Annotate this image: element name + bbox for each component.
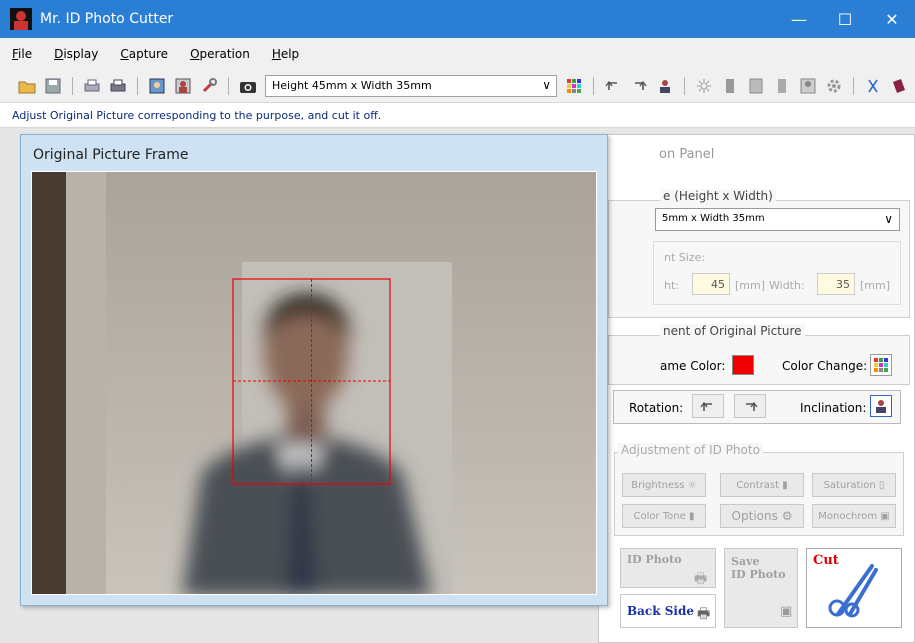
photo-size-select[interactable]: Height 45mm x Width 35mm ∨	[265, 75, 557, 97]
options-button[interactable]: Options ⚙	[720, 504, 804, 528]
width-label: Width:	[769, 279, 805, 292]
window-title: Mr. ID Photo Cutter	[40, 11, 174, 27]
book-icon[interactable]	[889, 76, 909, 96]
toolbar-separator	[593, 77, 594, 95]
inclination-label: Inclination:	[800, 401, 867, 415]
monochrome-icon[interactable]	[798, 76, 818, 96]
monochrome-button[interactable]: Monochrom ▣	[812, 504, 896, 528]
menu-help[interactable]: Help	[272, 47, 299, 61]
height-label: ht:	[664, 279, 679, 292]
height-input[interactable]: 45	[692, 273, 730, 295]
width-unit: [mm]	[860, 279, 891, 292]
height-unit: [mm]	[735, 279, 766, 292]
brightness-icon: ☼	[687, 479, 697, 491]
title-bar: Mr. ID Photo Cutter — ☐ ✕	[0, 0, 915, 38]
rotation-label: Rotation:	[629, 401, 684, 415]
camera-icon[interactable]	[238, 76, 258, 96]
color-tone-icon[interactable]	[772, 76, 792, 96]
contrast-icon[interactable]	[720, 76, 740, 96]
print-icon[interactable]	[108, 76, 128, 96]
menu-display[interactable]: Display	[54, 47, 98, 61]
color-grid-icon[interactable]	[564, 76, 584, 96]
color-tone-button[interactable]: Color Tone ▮	[622, 504, 706, 528]
original-picture-frame: Original Picture Frame	[20, 134, 608, 606]
monochrome-icon: ▣	[880, 510, 890, 522]
back-side-print-icon: 🖶	[697, 606, 711, 622]
gear-icon: ⚙	[781, 509, 793, 523]
picture-icon[interactable]	[147, 76, 167, 96]
id-adjust-label: Adjustment of ID Photo	[618, 443, 763, 457]
wrench-icon[interactable]	[199, 76, 219, 96]
print-preview-icon[interactable]	[82, 76, 102, 96]
toolbar: Height 45mm x Width 35mm ∨	[0, 70, 915, 102]
person-icon[interactable]	[173, 76, 193, 96]
toolbar-separator	[72, 77, 73, 95]
width-input[interactable]: 35	[817, 273, 855, 295]
size-group-label: e (Height x Width)	[660, 189, 776, 203]
photo-image	[32, 172, 596, 594]
app-icon	[10, 8, 32, 30]
brightness-icon[interactable]	[694, 76, 714, 96]
menu-capture[interactable]: Capture	[120, 47, 168, 61]
contrast-icon: ▮	[782, 479, 788, 491]
status-message: Adjust Original Picture corresponding to…	[12, 108, 382, 122]
saturation-icon[interactable]	[746, 76, 766, 96]
toolbar-separator	[853, 77, 854, 95]
menu-operation[interactable]: Operation	[190, 47, 250, 61]
minimize-button[interactable]: —	[776, 0, 822, 38]
original-photo[interactable]	[31, 171, 597, 595]
save-icon[interactable]	[43, 76, 63, 96]
menu-bar: File Display Capture Operation Help	[0, 38, 915, 70]
frame-color-label: ame Color:	[660, 359, 726, 373]
status-message-bar: Adjust Original Picture corresponding to…	[0, 102, 915, 128]
options-gear-icon[interactable]	[824, 76, 844, 96]
color-tone-icon: ▮	[688, 510, 695, 522]
inclination-button[interactable]	[870, 395, 892, 417]
chevron-down-icon: ∨	[542, 78, 551, 92]
color-change-icon[interactable]	[870, 354, 892, 376]
original-adjust-label: nent of Original Picture	[660, 324, 805, 338]
print-size-label: nt Size:	[664, 251, 706, 264]
brightness-button[interactable]: Brightness ☼	[622, 473, 706, 497]
menu-file[interactable]: File	[12, 47, 32, 61]
rotate-left-icon[interactable]	[603, 76, 623, 96]
id-photo-print-icon: 🖶	[694, 571, 708, 587]
picture-frame-title: Original Picture Frame	[33, 147, 189, 163]
saturation-button[interactable]: Saturation ▯	[812, 473, 896, 497]
maximize-button[interactable]: ☐	[822, 0, 868, 38]
rotate-right-button[interactable]	[734, 394, 766, 418]
scissors-icon	[828, 564, 878, 618]
color-change-label: Color Change:	[782, 359, 868, 373]
scissors-icon[interactable]	[863, 76, 883, 96]
rotate-left-button[interactable]	[692, 394, 724, 418]
toolbar-separator	[684, 77, 685, 95]
panel-size-select[interactable]: 5mm x Width 35mm ∨	[655, 208, 900, 231]
chevron-down-icon: ∨	[884, 212, 893, 226]
save-icon: ▣	[780, 604, 793, 619]
close-button[interactable]: ✕	[869, 0, 915, 38]
open-folder-icon[interactable]	[17, 76, 37, 96]
inclination-icon[interactable]	[655, 76, 675, 96]
contrast-button[interactable]: Contrast ▮	[720, 473, 804, 497]
operation-panel-title: on Panel	[659, 147, 715, 162]
toolbar-separator	[137, 77, 138, 95]
saturation-icon: ▯	[878, 479, 885, 491]
toolbar-separator	[228, 77, 229, 95]
frame-color-swatch[interactable]	[732, 355, 754, 375]
rotate-right-icon[interactable]	[629, 76, 649, 96]
